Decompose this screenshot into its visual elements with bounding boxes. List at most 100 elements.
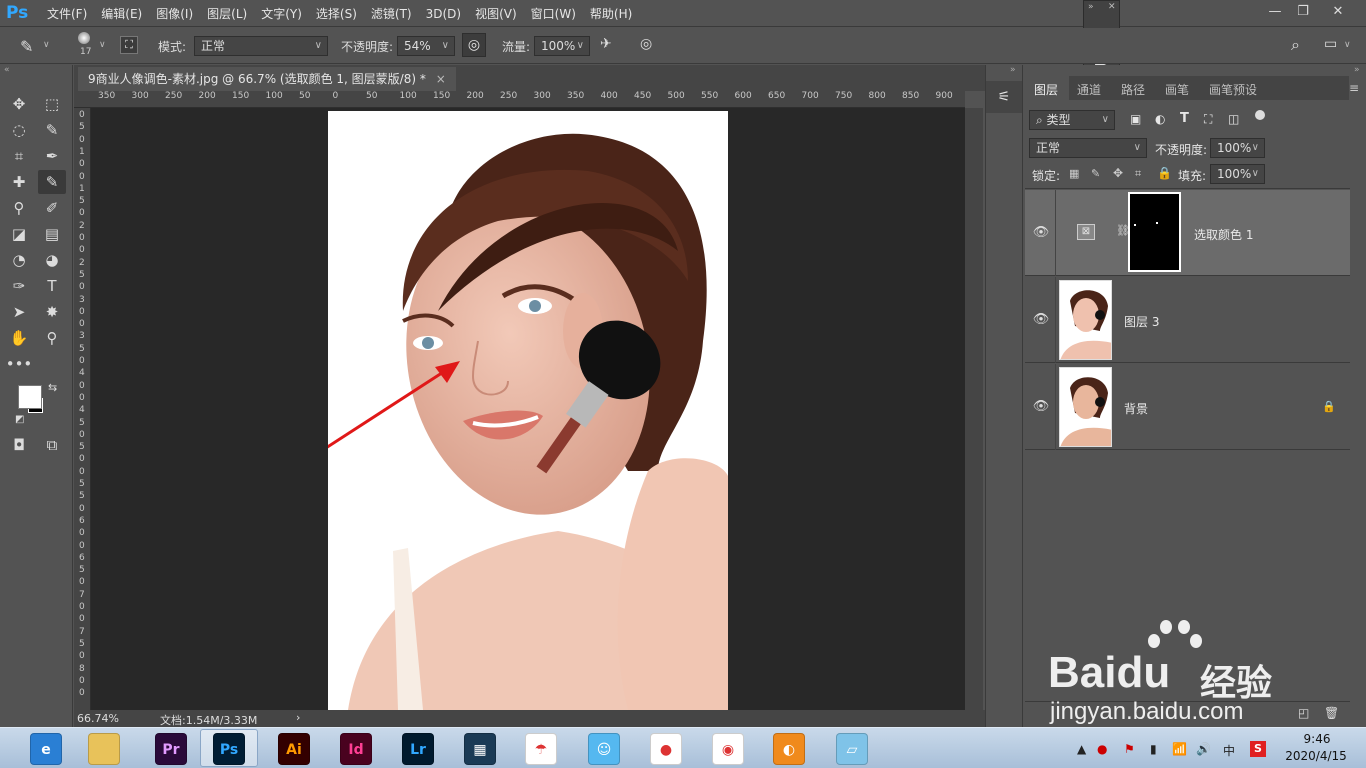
workspace-icon[interactable]: ▭	[1324, 36, 1337, 52]
minimize-button[interactable]: —	[1262, 2, 1288, 22]
menu-type[interactable]: 文字(Y)	[254, 5, 309, 22]
chevron-down-icon[interactable]: ∨	[1344, 40, 1351, 50]
blur-tool-icon[interactable]: ◔	[5, 248, 33, 272]
volume-tray-icon[interactable]: 🔊	[1196, 742, 1211, 756]
mode-select[interactable]: 正常 ∨	[194, 36, 328, 56]
menu-window[interactable]: 窗口(W)	[524, 5, 583, 22]
menu-edit[interactable]: 编辑(E)	[94, 5, 149, 22]
filter-pixel-icon[interactable]: ▣	[1130, 112, 1141, 126]
clone-stamp-tool-icon[interactable]: ⚲	[5, 196, 33, 220]
taskbar-qq-icon[interactable]: ●	[650, 733, 682, 765]
properties-panel-icon[interactable]: ⚟	[986, 81, 1022, 113]
default-colors-icon[interactable]: ◩	[15, 414, 24, 425]
chevron-down-icon[interactable]: ∨	[99, 40, 106, 50]
status-menu-arrow-icon[interactable]: ›	[296, 711, 300, 724]
brush-preview-icon[interactable]	[78, 32, 90, 44]
menu-3d[interactable]: 3D(D)	[419, 7, 468, 21]
eye-visibility-icon[interactable]: 👁	[1031, 312, 1051, 327]
dodge-tool-icon[interactable]: ◕	[38, 248, 66, 272]
eye-visibility-icon[interactable]: 👁	[1031, 399, 1051, 414]
healing-brush-tool-icon[interactable]: ✚	[5, 170, 33, 194]
menu-select[interactable]: 选择(S)	[309, 5, 364, 22]
panel-collapse-icon[interactable]: »	[1354, 65, 1360, 75]
taskbar-lightroom-icon[interactable]: Lr	[402, 733, 434, 765]
tab-brush[interactable]: 画笔	[1165, 81, 1189, 98]
history-brush-tool-icon[interactable]: ✐	[38, 196, 66, 220]
blend-mode-select[interactable]: 正常 ∨	[1029, 138, 1147, 158]
airbrush-icon[interactable]: ✈	[600, 36, 612, 52]
layer-opacity-input[interactable]: 100% ∨	[1210, 138, 1265, 158]
chevron-down-icon[interactable]: ∨	[43, 40, 50, 50]
panel-menu-icon[interactable]: ≡	[1349, 81, 1359, 95]
close-tab-icon[interactable]: ×	[436, 72, 446, 86]
taskbar-notepad-icon[interactable]: ▱	[836, 733, 868, 765]
lasso-tool-icon[interactable]: ◌	[5, 118, 33, 142]
menu-image[interactable]: 图像(I)	[149, 5, 200, 22]
layer-filter-select[interactable]: ⌕ 类型 ∨	[1029, 110, 1115, 130]
flag-tray-icon[interactable]: ⚑	[1124, 742, 1135, 756]
filter-smart-object-icon[interactable]: ◫	[1228, 112, 1239, 126]
layer-row[interactable]: 👁 图层 3	[1025, 277, 1350, 363]
panel-collapse-icon[interactable]: «	[4, 65, 10, 75]
menu-help[interactable]: 帮助(H)	[583, 5, 639, 22]
eraser-tool-icon[interactable]: ◪	[5, 222, 33, 246]
network-tray-icon[interactable]: 📶	[1172, 742, 1187, 756]
panel-expand-icon[interactable]: »	[1010, 65, 1016, 75]
lock-artboard-icon[interactable]: ⌗	[1135, 167, 1141, 181]
layer-name[interactable]: 选取颜色 1	[1194, 226, 1253, 243]
filter-type-icon[interactable]: T	[1180, 111, 1189, 126]
taskbar-photoshop-icon[interactable]: Ps	[213, 733, 245, 765]
quick-mask-icon[interactable]: ◘	[5, 433, 33, 457]
layer-name[interactable]: 背景	[1124, 400, 1148, 417]
tab-paths[interactable]: 路径	[1121, 81, 1145, 98]
layer-name[interactable]: 图层 3	[1124, 313, 1159, 330]
menu-layer[interactable]: 图层(L)	[200, 5, 254, 22]
eye-visibility-icon[interactable]: 👁	[1031, 225, 1051, 240]
crop-tool-icon[interactable]: ⌗	[5, 144, 33, 168]
type-tool-icon[interactable]: T	[38, 274, 66, 298]
taskbar-ie-icon[interactable]: e	[30, 733, 62, 765]
fill-input[interactable]: 100% ∨	[1210, 164, 1265, 184]
document-tab[interactable]: 9商业人像调色-素材.jpg @ 66.7% (选取颜色 1, 图层蒙版/8) …	[78, 67, 456, 91]
tab-channels[interactable]: 通道	[1077, 81, 1101, 98]
taskbar-umbrella-icon[interactable]: ☂	[525, 733, 557, 765]
canvas-area[interactable]	[91, 108, 965, 710]
lock-pixels-icon[interactable]: ✎	[1091, 167, 1100, 180]
quick-select-tool-icon[interactable]: ✎	[38, 118, 66, 142]
filter-adjustment-icon[interactable]: ◐	[1155, 112, 1165, 126]
layer-thumbnail[interactable]	[1059, 280, 1112, 360]
layer-mask-thumbnail[interactable]	[1128, 192, 1181, 272]
input-language[interactable]: 中	[1223, 742, 1235, 759]
show-hidden-icons[interactable]: ▲	[1077, 742, 1086, 756]
opacity-input[interactable]: 54% ∨	[397, 36, 455, 56]
tab-layers[interactable]: 图层	[1034, 81, 1058, 98]
taskbar-chat-icon[interactable]: ☺	[588, 733, 620, 765]
pen-tool-icon[interactable]: ✑	[5, 274, 33, 298]
menu-filter[interactable]: 滤镜(T)	[364, 5, 419, 22]
layer-row[interactable]: 👁 背景 🔒	[1025, 364, 1350, 450]
menu-view[interactable]: 视图(V)	[468, 5, 524, 22]
pressure-size-icon[interactable]: ◎	[640, 36, 652, 52]
gradient-tool-icon[interactable]: ▤	[38, 222, 66, 246]
battery-tray-icon[interactable]: ▮	[1150, 742, 1157, 756]
filter-toggle-icon[interactable]	[1255, 110, 1265, 120]
brush-tool-preset-icon[interactable]: ✎	[20, 37, 33, 56]
zoom-level[interactable]: 66.74%	[77, 712, 119, 725]
maximize-button[interactable]: ❐	[1290, 2, 1316, 22]
move-tool-icon[interactable]: ✥	[5, 92, 33, 116]
swap-colors-icon[interactable]: ⇆	[48, 381, 57, 394]
layer-row[interactable]: 👁 ⊠ ⛓ 选取颜色 1	[1025, 190, 1350, 276]
taskbar-chrome-icon[interactable]: ◉	[712, 733, 744, 765]
vertical-scrollbar[interactable]	[965, 108, 983, 710]
brush-tool-icon[interactable]: ✎	[38, 170, 66, 194]
hand-tool-icon[interactable]: ✋	[5, 326, 33, 350]
path-select-tool-icon[interactable]: ➤	[5, 300, 33, 324]
filter-shape-icon[interactable]: ⛶	[1204, 112, 1212, 127]
taskbar-browser-icon[interactable]: ◐	[773, 733, 805, 765]
screen-mode-icon[interactable]: ⧉	[38, 433, 66, 457]
panel-close-icon[interactable]: ✕	[1108, 2, 1116, 12]
lock-transparent-icon[interactable]: ▦	[1069, 167, 1079, 180]
marquee-tool-icon[interactable]: ⬚	[38, 92, 66, 116]
foreground-color-swatch[interactable]	[18, 385, 42, 409]
panel-collapse-icon[interactable]: »	[1088, 2, 1094, 12]
